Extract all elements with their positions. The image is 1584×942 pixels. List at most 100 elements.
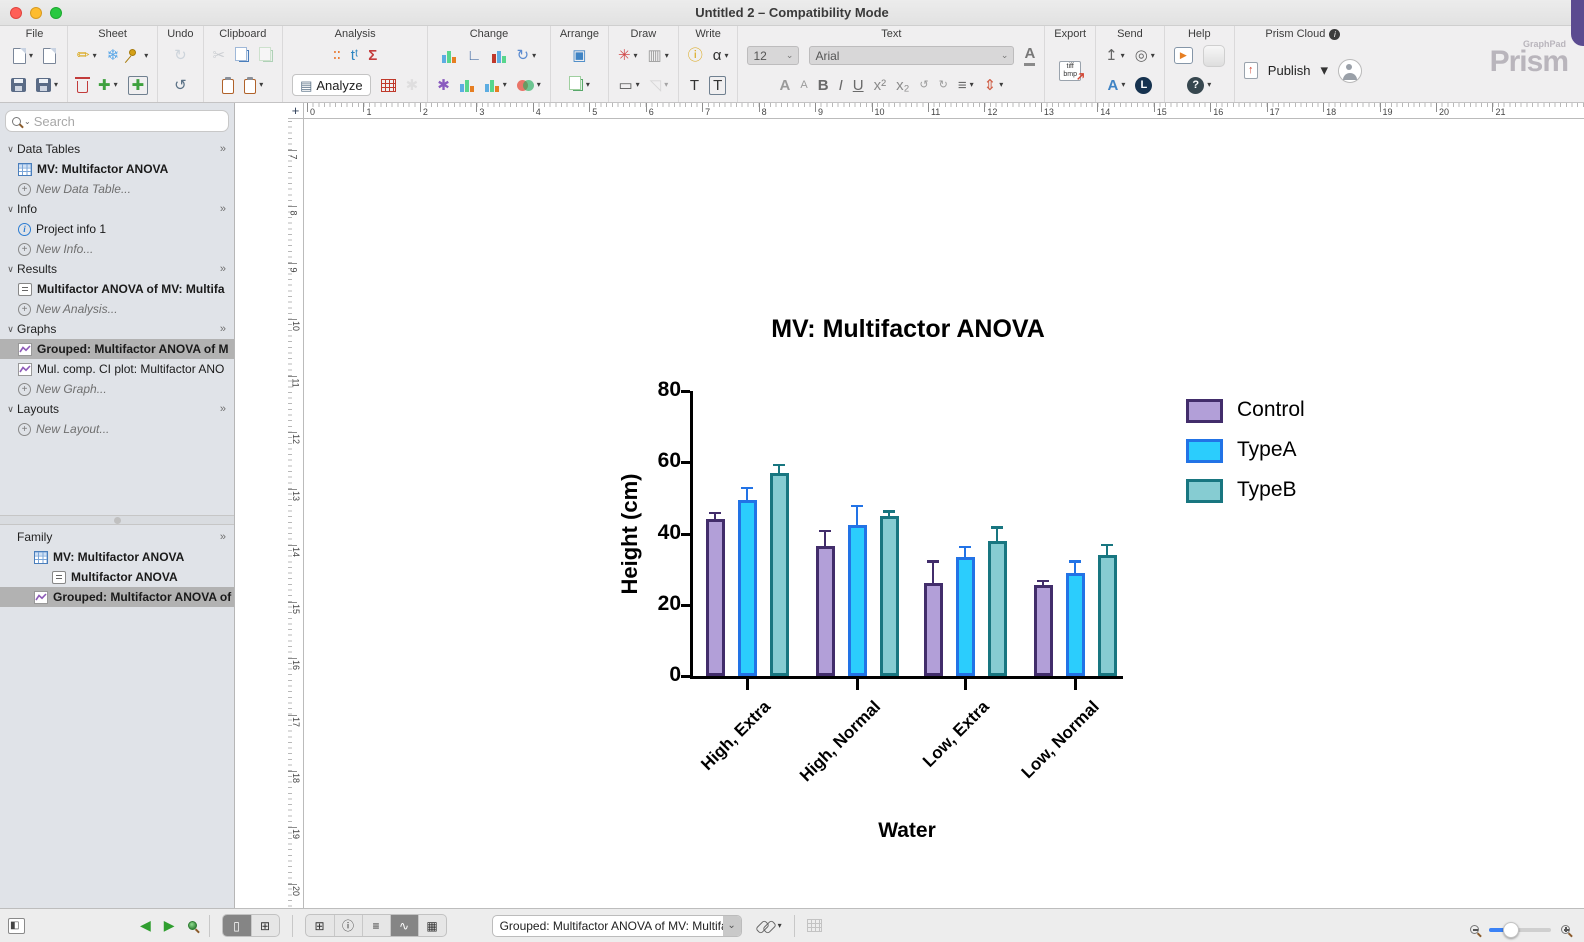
draw-star-icon[interactable]: ✳▾ xyxy=(618,48,638,63)
analyze-button[interactable]: ▤Analyze xyxy=(292,74,371,96)
save-icon[interactable] xyxy=(11,78,26,92)
zoom-in-icon[interactable] xyxy=(1561,925,1570,934)
export-icon[interactable]: tiffbmp xyxy=(1059,61,1081,81)
color-scheme-icon[interactable]: ▾ xyxy=(517,79,541,92)
account-avatar[interactable] xyxy=(1338,59,1362,83)
font-larger-icon[interactable]: A xyxy=(780,78,791,93)
toggle-navigator-button[interactable]: ◧ xyxy=(8,918,25,934)
new-sheet-family-icon[interactable]: ✚ xyxy=(128,76,149,95)
search-scope-chevron-icon[interactable]: ⌄ xyxy=(24,117,31,126)
section-header-data-tables[interactable]: ∨Data Tables» xyxy=(0,139,234,159)
copy-icon[interactable] xyxy=(235,50,249,62)
search-box[interactable]: ⌄ xyxy=(5,110,229,132)
zoom-button[interactable] xyxy=(50,7,62,19)
section-header-family[interactable]: Family» xyxy=(0,527,234,547)
graph-size-icon[interactable]: ▾ xyxy=(485,78,507,92)
section-more-icon[interactable]: » xyxy=(220,323,226,335)
graph-selector-dropdown[interactable]: Grouped: Multifactor ANOVA of MV: Multif… xyxy=(492,915,742,937)
publish-caret[interactable]: ▾ xyxy=(1320,63,1328,78)
superscript-icon[interactable]: x² xyxy=(874,78,887,93)
paste-special-icon[interactable]: ▾ xyxy=(244,77,263,94)
font-family-select[interactable]: Arial⌄ xyxy=(809,46,1014,65)
subscript-icon[interactable]: x₂ xyxy=(896,78,909,93)
highlight-icon[interactable]: ✏▾ xyxy=(77,48,97,63)
section-header-info[interactable]: ∨Info» xyxy=(0,199,234,219)
t-test-icon[interactable]: tᵗ xyxy=(351,48,358,63)
rotate-graph-icon[interactable]: ↻▾ xyxy=(517,48,537,63)
sidebar-item-mv-multifactor-anova[interactable]: MV: Multifactor ANOVA xyxy=(0,547,234,567)
change-type-icon[interactable] xyxy=(442,49,457,63)
sidebar-item-project-info-1[interactable]: iProject info 1 xyxy=(0,219,234,239)
greek-icon[interactable]: α▾ xyxy=(713,48,729,63)
rotate-text-down-icon[interactable]: ↻ xyxy=(939,80,948,91)
section-more-icon[interactable]: » xyxy=(220,403,226,415)
sidebar-item-grouped-multifactor-anova-of-m[interactable]: Grouped: Multifactor ANOVA of M xyxy=(0,587,234,607)
zoom-slider[interactable] xyxy=(1489,928,1551,932)
share-icon[interactable]: ↥▾ xyxy=(1105,48,1125,63)
add-data-icon[interactable] xyxy=(460,78,475,92)
single-page-view-button[interactable]: ▯ xyxy=(223,915,251,936)
send-cloud-icon[interactable]: ◎▾ xyxy=(1135,48,1155,63)
close-button[interactable] xyxy=(10,7,22,19)
change-plot-icon[interactable] xyxy=(492,49,507,63)
sidebar-item-new-info[interactable]: +New Info... xyxy=(0,239,234,259)
help-extra-icon[interactable] xyxy=(1203,45,1225,67)
send-illustrator-icon[interactable]: A▾ xyxy=(1108,78,1126,93)
sidebar-split-handle[interactable] xyxy=(0,515,234,525)
publish-doc-icon[interactable]: ↑ xyxy=(1244,62,1258,79)
zoom-slider-thumb[interactable] xyxy=(1503,922,1519,938)
rotate-text-up-icon[interactable]: ↺ xyxy=(919,80,928,91)
underline-icon[interactable]: U xyxy=(853,78,864,93)
sidebar-item-new-layout[interactable]: +New Layout... xyxy=(0,419,234,439)
simple-analysis-icon[interactable]: ∶∶ xyxy=(333,48,341,63)
align-objects-icon[interactable]: ▣ xyxy=(572,48,586,63)
row-stats-icon[interactable]: Σ xyxy=(368,48,377,63)
delete-sheet-icon[interactable] xyxy=(77,77,88,93)
draw-shape-icon[interactable]: ▭▾ xyxy=(618,78,639,93)
pin-icon[interactable]: ▾ xyxy=(129,49,148,62)
font-smaller-icon[interactable]: A xyxy=(800,80,807,91)
help-menu-icon[interactable]: ?▾ xyxy=(1187,77,1211,94)
sidebar-item-grouped-multifactor-anova-of-m[interactable]: Grouped: Multifactor ANOVA of M xyxy=(0,339,234,359)
view-layout-button[interactable]: ▦ xyxy=(418,915,446,936)
magic-wand-icon[interactable]: ✱ xyxy=(437,78,450,93)
new-file-icon[interactable]: ▾ xyxy=(13,48,33,64)
video-help-icon[interactable]: ▶ xyxy=(1174,47,1193,64)
align-text-icon[interactable]: ≡▾ xyxy=(958,78,974,93)
info-note-icon[interactable]: ⓘ xyxy=(688,48,703,63)
view-info-button[interactable]: ⓘ xyxy=(334,915,362,936)
section-more-icon[interactable]: » xyxy=(220,143,226,155)
new-sheet-icon[interactable]: ✚▾ xyxy=(98,78,118,93)
section-header-graphs[interactable]: ∨Graphs» xyxy=(0,319,234,339)
text-box-icon[interactable]: T xyxy=(709,76,726,95)
font-size-select[interactable]: 12⌄ xyxy=(747,46,799,65)
open-import-icon[interactable] xyxy=(43,48,56,64)
undo-icon[interactable]: ↺ xyxy=(174,78,187,93)
search-input[interactable] xyxy=(34,114,222,129)
change-axes-icon[interactable]: ∟ xyxy=(467,48,482,63)
sidebar-item-new-data-table[interactable]: +New Data Table... xyxy=(0,179,234,199)
publish-label[interactable]: Publish xyxy=(1268,64,1311,77)
section-header-layouts[interactable]: ∨Layouts» xyxy=(0,399,234,419)
minimize-button[interactable] xyxy=(30,7,42,19)
sidebar-item-mv-multifactor-anova[interactable]: MV: Multifactor ANOVA xyxy=(0,159,234,179)
send-latex-icon[interactable]: L xyxy=(1135,77,1152,94)
zoom-out-icon[interactable] xyxy=(1470,925,1479,934)
section-more-icon[interactable]: » xyxy=(220,263,226,275)
font-color-icon[interactable]: A xyxy=(1024,46,1035,66)
forward-button[interactable]: ▶ xyxy=(164,917,175,934)
linked-sheets-caret-icon[interactable]: ▾ xyxy=(778,921,782,930)
section-header-results[interactable]: ∨Results» xyxy=(0,259,234,279)
find-sheet-icon[interactable] xyxy=(188,921,197,930)
sidebar-item-new-graph[interactable]: +New Graph... xyxy=(0,379,234,399)
sidebar-item-mul-comp-ci-plot-multifactor-ano[interactable]: Mul. comp. CI plot: Multifactor ANO xyxy=(0,359,234,379)
linked-sheets-icon[interactable] xyxy=(756,919,776,933)
text-tool-icon[interactable]: T xyxy=(690,78,699,93)
view-data-table-button[interactable]: ⊞ xyxy=(306,915,334,936)
paste-icon[interactable] xyxy=(222,77,234,94)
section-more-icon[interactable]: » xyxy=(220,203,226,215)
new-analysis-icon[interactable] xyxy=(381,79,396,92)
bold-icon[interactable]: B xyxy=(818,78,829,93)
back-button[interactable]: ◀ xyxy=(140,917,151,934)
graph-object[interactable]: MV: Multifactor ANOVAHeight (cm)02040608… xyxy=(304,119,1584,908)
